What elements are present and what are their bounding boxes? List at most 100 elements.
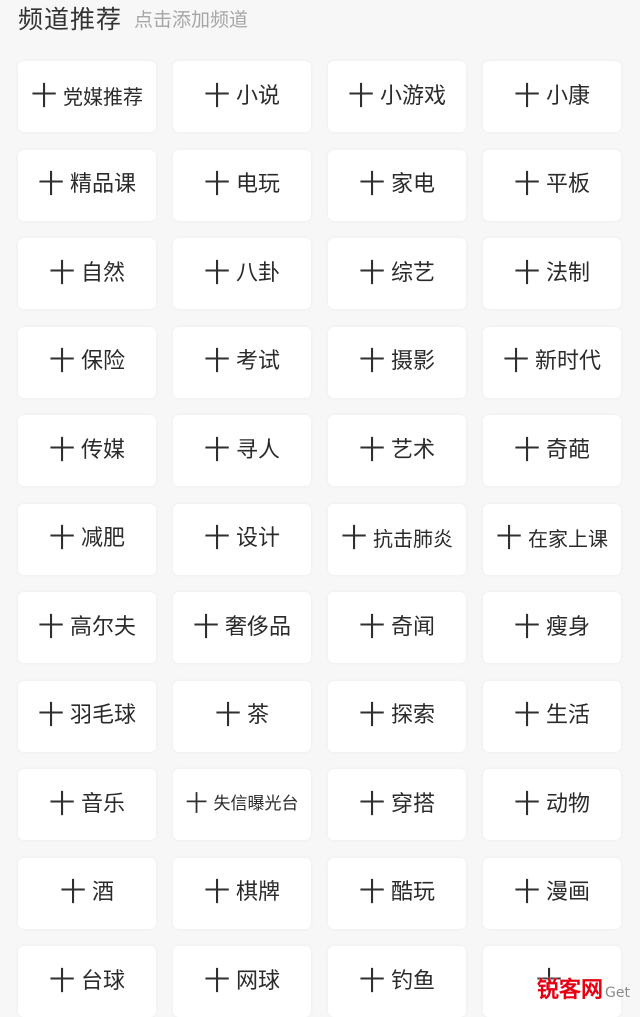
channel-label: 羽毛球 <box>70 703 137 728</box>
channel-add-button[interactable]: 十钓鱼 <box>328 946 466 1017</box>
channel-add-button[interactable]: 十酒 <box>18 857 156 929</box>
plus-icon: 十 <box>203 347 230 377</box>
channel-add-button[interactable]: 十抗击肺炎 <box>328 503 466 575</box>
watermark-logo: 锐客网 Get <box>537 980 630 1002</box>
channel-add-button[interactable]: 十生活 <box>483 680 621 752</box>
channel-add-button[interactable]: 十艺术 <box>328 415 466 486</box>
channel-add-button[interactable]: 十家电 <box>328 149 466 221</box>
channel-add-button[interactable]: 十奇闻 <box>328 592 466 663</box>
channel-add-button[interactable]: 十小游戏 <box>328 61 466 132</box>
channel-add-button[interactable]: 十酷玩 <box>328 857 466 929</box>
plus-icon: 十 <box>203 435 230 466</box>
plus-icon: 十 <box>358 258 385 289</box>
plus-icon: 十 <box>48 435 75 466</box>
channel-label: 设计 <box>236 526 281 551</box>
channel-add-button[interactable]: 十探索 <box>328 680 466 752</box>
channel-label: 茶 <box>247 703 270 728</box>
channel-label: 小游戏 <box>380 83 447 109</box>
channel-label: 传媒 <box>81 437 126 463</box>
plus-icon: 十 <box>513 878 540 908</box>
channel-label: 钓鱼 <box>391 968 436 994</box>
channel-add-button[interactable]: 十穿搭 <box>328 769 466 840</box>
channel-label: 生活 <box>546 703 591 728</box>
channel-label: 抗击肺炎 <box>373 527 453 551</box>
channel-label: 综艺 <box>391 260 436 286</box>
channel-label: 党媒推荐 <box>63 84 143 109</box>
channel-add-button[interactable]: 十音乐 <box>18 769 156 840</box>
channel-add-button[interactable]: 十台球 <box>18 946 156 1017</box>
section-hint: 点击添加频道 <box>134 8 249 31</box>
plus-icon: 十 <box>502 347 529 377</box>
channel-add-button[interactable]: 十瘦身 <box>483 592 621 663</box>
channel-label: 法制 <box>546 260 591 286</box>
channel-add-button[interactable]: 十综艺 <box>328 238 466 309</box>
plus-icon: 十 <box>513 701 540 731</box>
channel-label: 酒 <box>92 880 115 905</box>
plus-icon: 十 <box>358 878 385 908</box>
channel-add-button[interactable]: 十考试 <box>173 326 311 398</box>
plus-icon: 十 <box>203 170 230 200</box>
channel-add-button[interactable]: 十传媒 <box>18 415 156 486</box>
channel-add-button[interactable]: 十减肥 <box>18 503 156 575</box>
channel-label: 考试 <box>236 349 281 374</box>
channel-add-button[interactable]: 十自然 <box>18 238 156 309</box>
channel-add-button[interactable]: 十摄影 <box>328 326 466 398</box>
channel-add-button[interactable]: 十茶 <box>173 680 311 752</box>
channel-add-button[interactable]: 十网球 <box>173 946 311 1017</box>
channel-add-button[interactable]: 十八卦 <box>173 238 311 309</box>
channel-label: 音乐 <box>81 791 126 817</box>
channel-add-button[interactable]: 十失信曝光台 <box>173 769 311 840</box>
channel-add-button[interactable]: 十平板 <box>483 149 621 221</box>
channel-add-button[interactable]: 十动物 <box>483 769 621 840</box>
watermark-sub: Get <box>605 985 630 1001</box>
plus-icon: 十 <box>214 701 241 731</box>
channel-add-button[interactable]: 十奢侈品 <box>173 592 311 663</box>
channel-label: 保险 <box>81 349 126 374</box>
plus-icon: 十 <box>37 170 64 200</box>
channel-label: 新时代 <box>535 349 602 374</box>
channel-add-button[interactable]: 十漫画 <box>483 857 621 929</box>
channel-label: 网球 <box>236 968 281 994</box>
channel-label: 奇葩 <box>546 437 591 463</box>
channel-add-button[interactable]: 十新时代 <box>483 326 621 398</box>
channel-add-button[interactable]: 十保险 <box>18 326 156 398</box>
channel-add-button[interactable]: 十羽毛球 <box>18 680 156 752</box>
channel-label: 电玩 <box>236 172 281 197</box>
channel-label: 奇闻 <box>391 614 436 640</box>
channel-label: 减肥 <box>81 526 126 551</box>
channel-add-button[interactable]: 十在家上课 <box>483 503 621 575</box>
plus-icon: 十 <box>48 258 75 289</box>
channel-add-button[interactable]: 十精品课 <box>18 149 156 221</box>
channel-label: 自然 <box>81 260 126 286</box>
channel-label: 漫画 <box>546 880 591 905</box>
plus-icon: 十 <box>30 81 57 112</box>
channel-add-button[interactable]: 十法制 <box>483 238 621 309</box>
plus-icon: 十 <box>358 612 385 643</box>
channel-label: 棋牌 <box>236 880 281 905</box>
section-title: 频道推荐 <box>18 5 123 34</box>
channel-add-button[interactable]: 十棋牌 <box>173 857 311 929</box>
channel-add-button[interactable]: 十小康 <box>483 61 621 132</box>
channel-add-button[interactable]: 十电玩 <box>173 149 311 221</box>
channel-add-button[interactable]: 十高尔夫 <box>18 592 156 663</box>
channel-label: 瘦身 <box>546 614 591 640</box>
channel-label: 高尔夫 <box>70 614 137 640</box>
channel-label: 小说 <box>236 83 281 109</box>
plus-icon: 十 <box>513 789 540 820</box>
channel-add-button[interactable]: 十奇葩 <box>483 415 621 486</box>
channel-label: 动物 <box>546 791 591 817</box>
channel-label: 穿搭 <box>391 791 436 817</box>
plus-icon: 十 <box>48 347 75 377</box>
plus-icon: 十 <box>48 789 75 820</box>
channel-label: 酷玩 <box>391 880 436 905</box>
plus-icon: 十 <box>358 789 385 820</box>
channel-add-button[interactable]: 十党媒推荐 <box>18 61 156 132</box>
plus-icon: 十 <box>48 966 75 997</box>
channel-add-button[interactable]: 十设计 <box>173 503 311 575</box>
plus-icon: 十 <box>358 170 385 200</box>
plus-icon: 十 <box>513 258 540 289</box>
plus-icon: 十 <box>358 966 385 997</box>
channel-add-button[interactable]: 十小说 <box>173 61 311 132</box>
channel-add-button[interactable]: 十寻人 <box>173 415 311 486</box>
plus-icon: 十 <box>513 81 540 112</box>
